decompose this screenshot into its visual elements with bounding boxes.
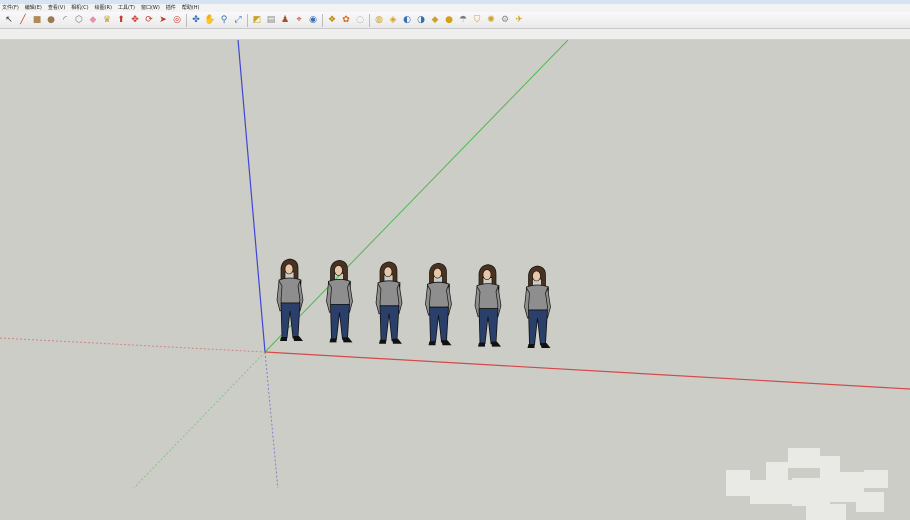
face [532, 270, 541, 282]
left-shoe [428, 341, 436, 346]
face [383, 266, 393, 278]
fog-icon[interactable]: ☂ [457, 14, 469, 26]
material-icon[interactable]: ✿ [340, 14, 352, 26]
position-camera-icon[interactable]: ⌖ [293, 14, 305, 26]
scene-canvas[interactable] [0, 40, 910, 488]
zoom-extents-icon[interactable]: ⤢ [232, 14, 244, 26]
component-icon[interactable]: ❖ [326, 14, 338, 26]
arc-icon[interactable]: ◜ [59, 14, 71, 26]
section-plane-icon[interactable]: ⛉ [471, 14, 483, 26]
get-models-icon[interactable]: ◈ [387, 14, 399, 26]
menu-item-8[interactable]: 帮助(H) [180, 4, 204, 12]
left-shoe [478, 342, 485, 347]
left-shoe [527, 344, 535, 348]
axes-group [0, 40, 910, 488]
toolbar-separator [247, 13, 248, 27]
jeans [478, 308, 499, 345]
circle-icon[interactable]: ● [45, 14, 57, 26]
right-shoe [392, 338, 402, 344]
right-shoe [540, 343, 551, 348]
jeans [528, 309, 548, 346]
right-shoe [342, 337, 353, 343]
offset-icon[interactable]: ◎ [171, 14, 183, 26]
right-shoe [491, 341, 501, 347]
person-figure[interactable] [326, 260, 353, 343]
face [284, 263, 294, 275]
move-icon[interactable]: ✥ [129, 14, 141, 26]
tape-measure-icon[interactable]: ◩ [251, 14, 263, 26]
pan-icon[interactable]: ✋ [204, 14, 216, 26]
look-around-icon[interactable]: ◉ [307, 14, 319, 26]
layer-icon[interactable]: ◆ [429, 14, 441, 26]
toolbar-secondary-row [0, 29, 910, 40]
pencil-line-icon[interactable]: ╱ [17, 14, 29, 26]
right-shoe [441, 340, 452, 346]
model-viewport[interactable] [0, 40, 910, 520]
shirt [476, 283, 500, 310]
shirt [427, 281, 450, 308]
zoom-icon[interactable]: ⚲ [218, 14, 230, 26]
right-shoe [293, 336, 303, 341]
menu-item-4[interactable]: 绘图(R) [93, 4, 116, 12]
green-axis-positive [264, 40, 569, 353]
blue-axis-negative [264, 351, 279, 488]
follow-me-icon[interactable]: ➤ [157, 14, 169, 26]
menu-bar: 文件(F) 编辑(E) 查看(V) 相机(C) 绘图(R) 工具(T) 窗口(W) 插件 帮助(… [0, 4, 910, 12]
menu-item-1[interactable]: 编辑(E) [23, 4, 46, 12]
toolbar-separator [369, 13, 370, 27]
push-pull-icon[interactable]: ⬆ [115, 14, 127, 26]
person-figure[interactable] [474, 264, 502, 347]
dimension-icon[interactable]: ▤ [265, 14, 277, 26]
toolbar-separator [186, 13, 187, 27]
blue-axis-positive [237, 40, 266, 353]
jeans [379, 305, 400, 342]
menu-item-3[interactable]: 相机(C) [69, 4, 92, 12]
left-shoe [329, 338, 337, 343]
shirt [526, 284, 549, 311]
menu-item-0[interactable]: 文件(F) [0, 4, 23, 12]
shirt [377, 280, 401, 307]
menu-item-2[interactable]: 查看(V) [46, 4, 69, 12]
extension-icon[interactable]: ✈ [513, 14, 525, 26]
left-shoe [280, 337, 287, 341]
main-toolbar: ↖ ╱ ■ ● ◜ ⬡ ◆ ♛ ⬆ ✥ ⟳ ➤ ◎ ✤ ✋ ⚲ ⤢ ◩ ▤ ♟ ⌖ ◉ ❖ ✿ ◌ ◍ ◈ ◐ ◑ ◆ ● ☂ ⛉ ✺ ⚙ ✈ [0, 12, 910, 29]
select-arrow-icon[interactable]: ↖ [3, 14, 15, 26]
rectangle-icon[interactable]: ■ [31, 14, 43, 26]
orbit-icon[interactable]: ✤ [190, 14, 202, 26]
green-axis-negative [133, 351, 266, 488]
globe-icon[interactable]: ◑ [415, 14, 427, 26]
face [334, 265, 343, 276]
walk-icon[interactable]: ♟ [279, 14, 291, 26]
settings-icon[interactable]: ⚙ [499, 14, 511, 26]
menu-item-7[interactable]: 插件 [164, 4, 180, 12]
polygon-icon[interactable]: ⬡ [73, 14, 85, 26]
left-shoe [379, 339, 386, 344]
face [482, 269, 492, 280]
person-figure[interactable] [524, 265, 551, 348]
paint-bucket-icon[interactable]: ♛ [101, 14, 113, 26]
figures-group [276, 258, 551, 348]
toolbar-separator [322, 13, 323, 27]
style-icon[interactable]: ◌ [354, 14, 366, 26]
jeans [280, 302, 301, 339]
menu-item-5[interactable]: 工具(T) [116, 4, 139, 12]
person-figure[interactable] [375, 261, 403, 344]
google-earth-icon[interactable]: ◍ [373, 14, 385, 26]
shirt [278, 277, 302, 304]
jeans [429, 306, 449, 343]
red-axis-positive [264, 351, 910, 390]
eraser-icon[interactable]: ◆ [87, 14, 99, 26]
share-model-icon[interactable]: ◐ [401, 14, 413, 26]
sun-icon[interactable]: ✺ [485, 14, 497, 26]
person-figure[interactable] [425, 262, 452, 346]
person-figure[interactable] [276, 258, 304, 341]
red-axis-negative [0, 337, 266, 353]
rotate-icon[interactable]: ⟳ [143, 14, 155, 26]
watermark-pixelation [726, 448, 896, 520]
shirt [328, 279, 351, 305]
menu-item-6[interactable]: 窗口(W) [139, 4, 164, 12]
face [433, 267, 442, 279]
shadow-icon[interactable]: ● [443, 14, 455, 26]
jeans [330, 303, 350, 340]
